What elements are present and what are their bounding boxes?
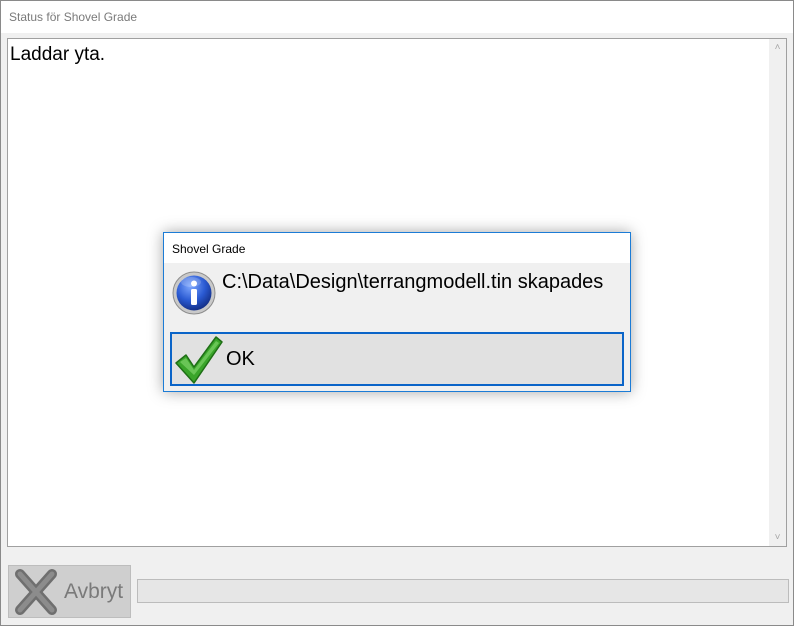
ok-button-label: OK: [226, 348, 255, 370]
checkmark-icon: [175, 336, 223, 384]
info-icon: [172, 271, 216, 315]
dialog-title: Shovel Grade: [172, 242, 246, 256]
cancel-button-label: Avbryt: [64, 580, 124, 603]
message-dialog: Shovel Grade C:\Data\Design\terrangmodel…: [163, 232, 631, 392]
dialog-title-bar[interactable]: Shovel Grade: [164, 233, 630, 263]
scroll-down-icon[interactable]: ˅: [769, 529, 786, 546]
progress-bar: [137, 579, 789, 603]
vertical-scrollbar[interactable]: ˄ ˅: [769, 39, 786, 546]
ok-button[interactable]: OK: [170, 332, 624, 386]
status-log-text: Laddar yta.: [10, 44, 106, 65]
title-bar[interactable]: Status för Shovel Grade: [1, 1, 793, 33]
dialog-message: C:\Data\Design\terrangmodell.tin skapade…: [222, 271, 604, 293]
cancel-button[interactable]: Avbryt: [8, 565, 131, 618]
window-title: Status för Shovel Grade: [9, 10, 138, 24]
cancel-x-icon: [15, 569, 57, 615]
scroll-up-icon[interactable]: ˄: [769, 39, 786, 56]
